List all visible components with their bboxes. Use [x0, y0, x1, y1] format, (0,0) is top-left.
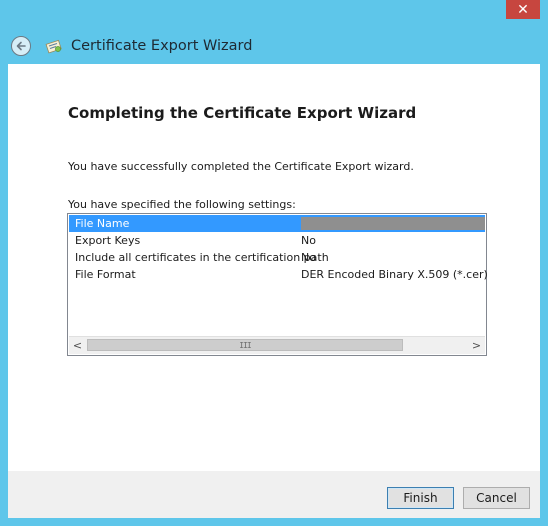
wizard-content: Completing the Certificate Export Wizard…	[8, 64, 540, 471]
cancel-button[interactable]: Cancel	[463, 487, 530, 509]
setting-name: File Name	[75, 217, 130, 230]
page-heading: Completing the Certificate Export Wizard	[68, 104, 417, 122]
wizard-window: ✕ Certificate Export Wizard Completing t…	[0, 0, 548, 526]
chevron-left-icon: <	[72, 339, 83, 352]
redacted-file-path	[301, 217, 485, 230]
close-icon: ✕	[517, 1, 529, 18]
settings-row-include-chain[interactable]: Include all certificates in the certific…	[69, 249, 485, 266]
setting-value: No	[301, 251, 316, 264]
back-arrow-icon	[16, 41, 26, 51]
scroll-thumb[interactable]: III	[87, 339, 403, 351]
finish-button[interactable]: Finish	[387, 487, 454, 509]
setting-name: Export Keys	[75, 234, 141, 247]
settings-label: You have specified the following setting…	[68, 198, 296, 211]
horizontal-scrollbar[interactable]: < III >	[69, 336, 485, 354]
setting-name: File Format	[75, 268, 136, 281]
settings-listbox[interactable]: File Name Export Keys No Include all cer…	[67, 213, 488, 356]
scroll-right-button[interactable]: >	[468, 337, 485, 354]
wizard-title: Certificate Export Wizard	[71, 38, 253, 54]
chevron-right-icon: >	[471, 339, 482, 352]
close-button[interactable]: ✕	[506, 0, 540, 19]
setting-name: Include all certificates in the certific…	[75, 251, 329, 264]
scroll-left-button[interactable]: <	[69, 337, 86, 354]
settings-row-export-keys[interactable]: Export Keys No	[69, 232, 485, 249]
certificate-icon	[45, 39, 62, 54]
settings-row-file-format[interactable]: File Format DER Encoded Binary X.509 (*.…	[69, 266, 488, 283]
settings-row-file-name[interactable]: File Name	[69, 215, 485, 232]
setting-value: DER Encoded Binary X.509 (*.cer)	[301, 268, 488, 281]
back-button[interactable]	[11, 36, 31, 56]
wizard-footer: Finish Cancel	[8, 471, 540, 518]
wizard-header: Certificate Export Wizard	[8, 29, 540, 63]
grip-icon: III	[239, 340, 251, 350]
success-message: You have successfully completed the Cert…	[68, 160, 414, 173]
setting-value: No	[301, 234, 316, 247]
